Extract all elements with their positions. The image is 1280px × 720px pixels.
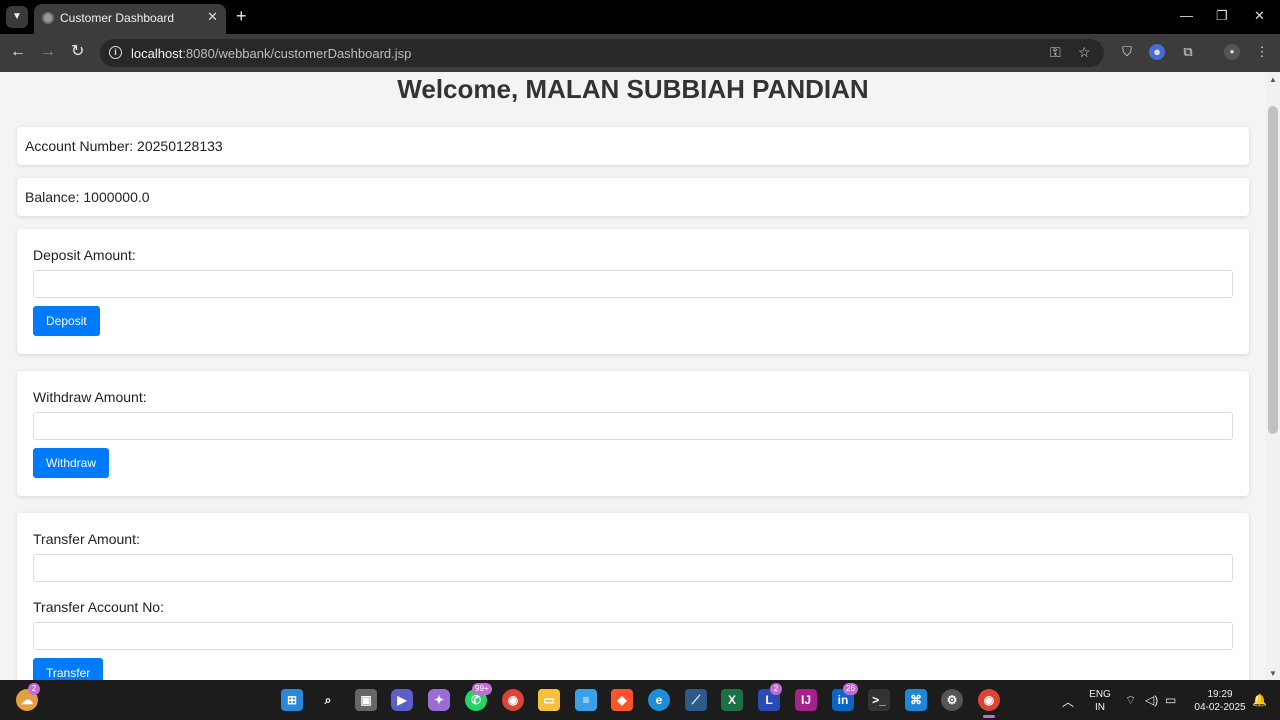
settings-gear-icon[interactable]: ⚙ bbox=[941, 689, 963, 711]
bookmark-star-icon[interactable]: ☆ bbox=[1078, 44, 1091, 61]
deposit-amount-label: Deposit Amount: bbox=[33, 247, 136, 263]
welcome-heading: Welcome, MALAN SUBBIAH PANDIAN bbox=[397, 74, 869, 104]
chrome-icon[interactable]: ◉ bbox=[502, 689, 524, 711]
transfer-button[interactable]: Transfer bbox=[33, 658, 104, 680]
extensions-puzzle-icon[interactable]: ⧉ bbox=[1180, 44, 1196, 60]
battery-icon[interactable]: ▭ bbox=[1165, 693, 1176, 707]
excel-icon[interactable]: X bbox=[721, 689, 743, 711]
withdraw-amount-input[interactable] bbox=[33, 412, 1233, 440]
address-bar[interactable]: i localhost:8080/webbank/customerDashboa… bbox=[100, 39, 1104, 67]
whatsapp-badge: 99+ bbox=[472, 683, 492, 695]
page-scrollbar[interactable]: ▲ ▼ bbox=[1266, 72, 1280, 680]
browser-tab-bar: ▼ Customer Dashboard ✕ + — ❐ ✕ bbox=[0, 0, 1280, 34]
vscode-icon[interactable]: ⌘ bbox=[905, 689, 927, 711]
deposit-amount-input[interactable] bbox=[33, 270, 1233, 298]
app-l-badge: 2 bbox=[770, 683, 782, 695]
active-app-indicator bbox=[983, 715, 995, 718]
deposit-form: Deposit Amount: Deposit bbox=[17, 229, 1249, 354]
transfer-amount-input[interactable] bbox=[33, 554, 1233, 582]
transfer-account-input[interactable] bbox=[33, 622, 1233, 650]
back-icon[interactable]: ← bbox=[10, 43, 26, 61]
language-indicator[interactable]: ENG IN bbox=[1086, 688, 1114, 714]
teams-icon[interactable]: ▶ bbox=[391, 689, 413, 711]
tab-search-icon[interactable]: ▼ bbox=[6, 6, 28, 28]
notification-bell-icon[interactable]: 🔔 bbox=[1252, 693, 1267, 707]
chrome-active-icon[interactable]: ◉ bbox=[978, 689, 1000, 711]
page-viewport: Welcome, MALAN SUBBIAH PANDIAN Account N… bbox=[0, 72, 1266, 680]
key-icon[interactable]: ⚿ bbox=[1050, 44, 1061, 61]
restore-icon[interactable]: ❐ bbox=[1216, 8, 1228, 24]
scroll-up-icon[interactable]: ▲ bbox=[1269, 75, 1277, 84]
linkedin-badge: 26 bbox=[843, 683, 858, 695]
url-text[interactable]: localhost:8080/webbank/customerDashboard… bbox=[131, 46, 411, 61]
edge-icon[interactable]: e bbox=[648, 689, 670, 711]
withdraw-form: Withdraw Amount: Withdraw bbox=[17, 371, 1249, 496]
forward-icon[interactable]: → bbox=[40, 43, 56, 61]
clock-date: 04-02-2025 bbox=[1194, 702, 1246, 713]
volume-icon[interactable]: ◁) bbox=[1145, 693, 1158, 707]
url-host: localhost bbox=[131, 46, 183, 61]
intellij-icon[interactable]: IJ bbox=[795, 689, 817, 711]
brave-icon[interactable]: ◆ bbox=[611, 689, 633, 711]
task-view-icon[interactable]: ▣ bbox=[355, 689, 377, 711]
withdraw-button[interactable]: Withdraw bbox=[33, 448, 110, 478]
close-tab-icon[interactable]: ✕ bbox=[207, 9, 218, 25]
balance-text: Balance: 1000000.0 bbox=[25, 189, 150, 205]
scroll-thumb[interactable] bbox=[1268, 106, 1278, 434]
new-tab-icon[interactable]: + bbox=[236, 6, 247, 26]
browser-menu-icon[interactable]: ⋮ bbox=[1254, 44, 1270, 60]
account-number-card: Account Number: 20250128133 bbox=[17, 127, 1249, 165]
sql-tool-icon[interactable]: ⟋ bbox=[685, 689, 707, 711]
tray-overflow-icon[interactable]: ︿ bbox=[1062, 693, 1074, 710]
profile-avatar-icon[interactable]: • bbox=[1224, 44, 1240, 60]
clock[interactable]: 19:29 04-02-2025 bbox=[1188, 688, 1252, 714]
site-info-icon[interactable]: i bbox=[109, 46, 122, 59]
language-code: ENG bbox=[1089, 689, 1111, 700]
notepad-icon[interactable]: ≡ bbox=[575, 689, 597, 711]
windows-taskbar: ☁ 2 ⊞ ⌕ ▣ ▶ ✦ ✆ 99+ ◉ ▭ ≡ ◆ e ⟋ X L 2 IJ… bbox=[0, 680, 1280, 720]
clock-time: 19:29 bbox=[1207, 689, 1233, 700]
windows-start-icon[interactable]: ⊞ bbox=[281, 689, 303, 711]
tab-title: Customer Dashboard bbox=[60, 11, 175, 25]
transfer-form: Transfer Amount: Transfer Account No: Tr… bbox=[17, 513, 1249, 680]
shield-extension-icon[interactable]: ⛉ bbox=[1119, 44, 1135, 60]
wifi-icon[interactable]: ⌔ bbox=[1125, 693, 1136, 708]
deposit-button[interactable]: Deposit bbox=[33, 306, 100, 336]
globe-icon bbox=[42, 12, 54, 24]
transfer-account-label: Transfer Account No: bbox=[33, 599, 164, 615]
copilot-icon[interactable]: ✦ bbox=[428, 689, 450, 711]
browser-toolbar: ← → ↻ i localhost:8080/webbank/customerD… bbox=[0, 34, 1280, 72]
scroll-down-icon[interactable]: ▼ bbox=[1269, 669, 1277, 678]
account-number-text: Account Number: 20250128133 bbox=[25, 138, 223, 154]
search-icon[interactable]: ⌕ bbox=[317, 689, 339, 711]
reload-icon[interactable]: ↻ bbox=[71, 43, 84, 61]
withdraw-amount-label: Withdraw Amount: bbox=[33, 389, 147, 405]
close-window-icon[interactable]: ✕ bbox=[1254, 8, 1265, 24]
terminal-icon[interactable]: >_ bbox=[868, 689, 890, 711]
url-path: :8080/webbank/customerDashboard.jsp bbox=[182, 46, 412, 61]
region-code: IN bbox=[1095, 702, 1105, 713]
browser-tab[interactable]: Customer Dashboard ✕ bbox=[34, 4, 226, 34]
extension-badge-icon[interactable]: ● bbox=[1149, 44, 1165, 60]
transfer-amount-label: Transfer Amount: bbox=[33, 531, 140, 547]
balance-card: Balance: 1000000.0 bbox=[17, 178, 1249, 216]
weather-badge: 2 bbox=[28, 683, 40, 695]
minimize-icon[interactable]: — bbox=[1180, 8, 1193, 23]
file-explorer-icon[interactable]: ▭ bbox=[538, 689, 560, 711]
